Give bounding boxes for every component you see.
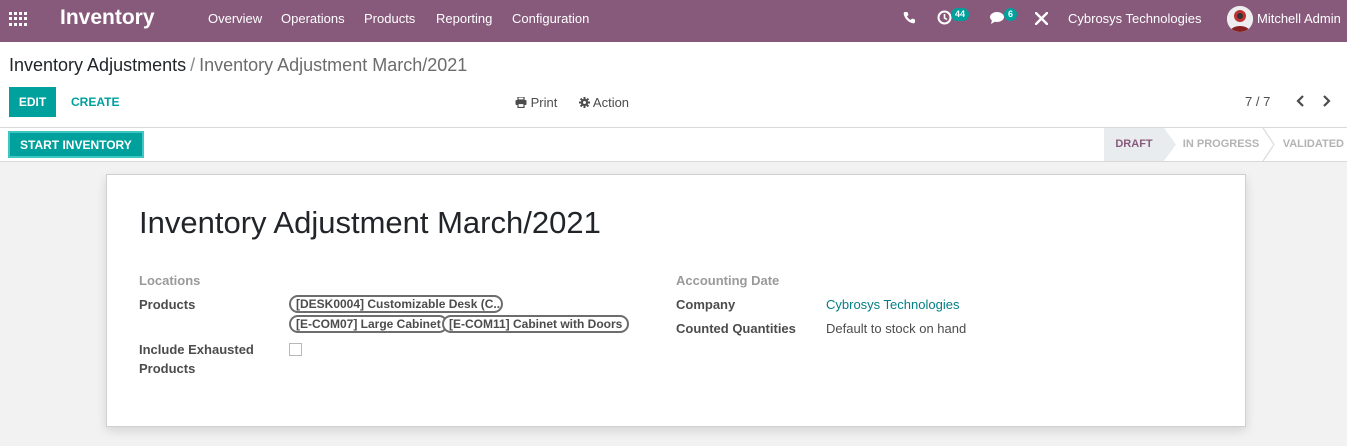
company-value-link[interactable]: Cybrosys Technologies — [826, 297, 959, 312]
company-label: Company — [676, 297, 736, 312]
stage-divider — [1262, 128, 1275, 161]
product-tag[interactable]: [E-COM11] Cabinet with Doors — [442, 315, 630, 333]
counted-quantities-label: Counted Quantities — [676, 321, 796, 336]
breadcrumb-parent[interactable]: Inventory Adjustments — [9, 55, 186, 75]
include-exhausted-checkbox[interactable] — [289, 343, 302, 356]
chevron-left-icon[interactable] — [1294, 94, 1308, 108]
pager-value[interactable]: 7 / 7 — [1245, 94, 1270, 109]
app-brand[interactable]: Inventory — [60, 6, 155, 30]
stage-draft: DRAFT — [1104, 128, 1164, 161]
form-statusbar: START INVENTORY DRAFT IN PROGRESS VALIDA… — [0, 128, 1347, 162]
printer-icon — [515, 96, 527, 109]
document-title: Inventory Adjustment March/2021 — [139, 205, 601, 240]
control-panel: Inventory Adjustments / Inventory Adjustme… — [0, 42, 1347, 128]
apps-grid-icon[interactable] — [9, 12, 27, 26]
activity-clock-icon[interactable] — [937, 10, 952, 28]
stage-validated: VALIDATED — [1282, 138, 1344, 150]
menu-reporting[interactable]: Reporting — [436, 11, 492, 26]
menu-products[interactable]: Products — [364, 11, 415, 26]
product-tag[interactable]: [DESK0004] Customizable Desk (C... — [289, 295, 503, 313]
messages-badge: 6 — [1004, 8, 1018, 21]
locations-label: Locations — [139, 273, 201, 288]
action-menu[interactable]: Action — [579, 95, 629, 110]
phone-icon[interactable] — [903, 11, 915, 27]
avatar[interactable] — [1227, 6, 1253, 32]
print-label: Print — [530, 95, 558, 110]
top-navbar: Inventory Overview Operations Products R… — [0, 0, 1347, 42]
print-menu[interactable]: Print — [515, 95, 557, 110]
start-inventory-button[interactable]: START INVENTORY — [8, 131, 144, 158]
breadcrumb: Inventory Adjustments / Inventory Adjustme… — [9, 55, 467, 76]
menu-operations[interactable]: Operations — [281, 11, 345, 26]
user-menu[interactable]: Mitchell Admin — [1257, 11, 1341, 26]
menu-overview[interactable]: Overview — [208, 11, 262, 26]
stage-arrow — [1164, 128, 1176, 161]
breadcrumb-separator: / — [190, 55, 196, 75]
action-label: Action — [592, 95, 630, 110]
chevron-right-icon[interactable] — [1321, 94, 1335, 108]
breadcrumb-current: Inventory Adjustment March/2021 — [199, 55, 468, 75]
stage-in-progress: IN PROGRESS — [1182, 138, 1260, 150]
create-button[interactable]: CREATE — [62, 87, 128, 117]
include-exhausted-label-line2: Products — [139, 361, 196, 376]
tools-cross-icon[interactable] — [1034, 11, 1049, 28]
product-tag[interactable]: [E-COM07] Large Cabinet — [289, 315, 448, 333]
accounting-date-label: Accounting Date — [676, 273, 780, 288]
gear-icon — [579, 97, 590, 108]
edit-button[interactable]: EDIT — [9, 87, 56, 117]
activities-badge: 44 — [951, 8, 970, 21]
menu-configuration[interactable]: Configuration — [512, 11, 589, 26]
counted-quantities-value[interactable]: Default to stock on hand — [826, 321, 966, 336]
company-switcher[interactable]: Cybrosys Technologies — [1068, 11, 1201, 26]
form-sheet: Inventory Adjustment March/2021 Location… — [106, 174, 1246, 427]
include-exhausted-label: Include Exhausted — [139, 342, 254, 357]
products-label: Products — [139, 297, 196, 312]
